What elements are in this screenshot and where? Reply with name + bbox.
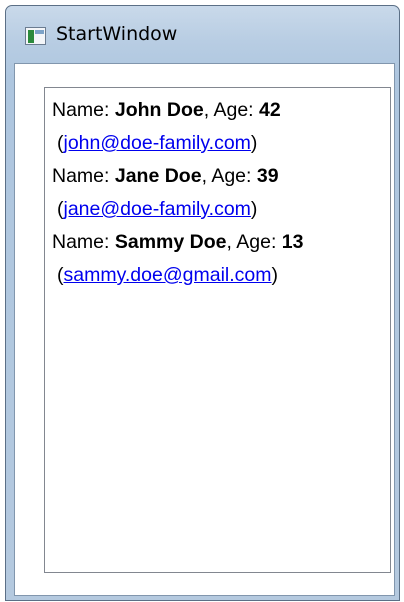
- paren-close: ): [250, 132, 258, 154]
- age-label: , Age:: [226, 231, 282, 253]
- name-label: Name:: [52, 99, 115, 121]
- age-label: , Age:: [203, 99, 259, 121]
- email-link[interactable]: sammy.doe@gmail.com: [64, 264, 272, 286]
- window-title: StartWindow: [56, 23, 178, 45]
- person-info-line: Name: Sammy Doe, Age: 13: [52, 226, 304, 259]
- person-name: John Doe: [114, 99, 204, 121]
- title-bar[interactable]: StartWindow: [6, 6, 399, 64]
- person-email-line: (jane@doe-family.com): [52, 193, 304, 226]
- email-link[interactable]: john@doe-family.com: [64, 132, 251, 154]
- name-label: Name:: [52, 231, 115, 253]
- age-label: , Age:: [201, 165, 257, 187]
- list-item[interactable]: Name: Sammy Doe, Age: 13 (sammy.doe@gmai…: [52, 226, 304, 292]
- person-name: Sammy Doe: [114, 231, 227, 253]
- email-link[interactable]: jane@doe-family.com: [64, 198, 251, 220]
- paren-close: ): [271, 264, 279, 286]
- person-age: 13: [281, 231, 304, 253]
- person-name: Jane Doe: [114, 165, 202, 187]
- person-email-line: (sammy.doe@gmail.com): [52, 259, 304, 292]
- people-listbox[interactable]: Name: John Doe, Age: 42 (john@doe-family…: [44, 87, 391, 573]
- name-label: Name:: [52, 165, 115, 187]
- list-item[interactable]: Name: John Doe, Age: 42 (john@doe-family…: [52, 94, 304, 160]
- people-list: Name: John Doe, Age: 42 (john@doe-family…: [52, 94, 304, 292]
- person-age: 42: [259, 99, 281, 121]
- start-window: StartWindow Name: John Doe, Age: 42 (joh…: [5, 5, 400, 601]
- app-icon-blue-block: [35, 30, 44, 34]
- list-item[interactable]: Name: Jane Doe, Age: 39 (jane@doe-family…: [52, 160, 304, 226]
- person-age: 39: [256, 165, 279, 187]
- window-client-area: Name: John Doe, Age: 42 (john@doe-family…: [14, 63, 395, 596]
- person-email-line: (john@doe-family.com): [52, 127, 304, 160]
- app-icon-green-block: [28, 30, 34, 43]
- person-info-line: Name: Jane Doe, Age: 39: [52, 160, 304, 193]
- paren-close: ): [250, 198, 258, 220]
- person-info-line: Name: John Doe, Age: 42: [52, 94, 304, 127]
- window-app-icon[interactable]: [25, 27, 46, 45]
